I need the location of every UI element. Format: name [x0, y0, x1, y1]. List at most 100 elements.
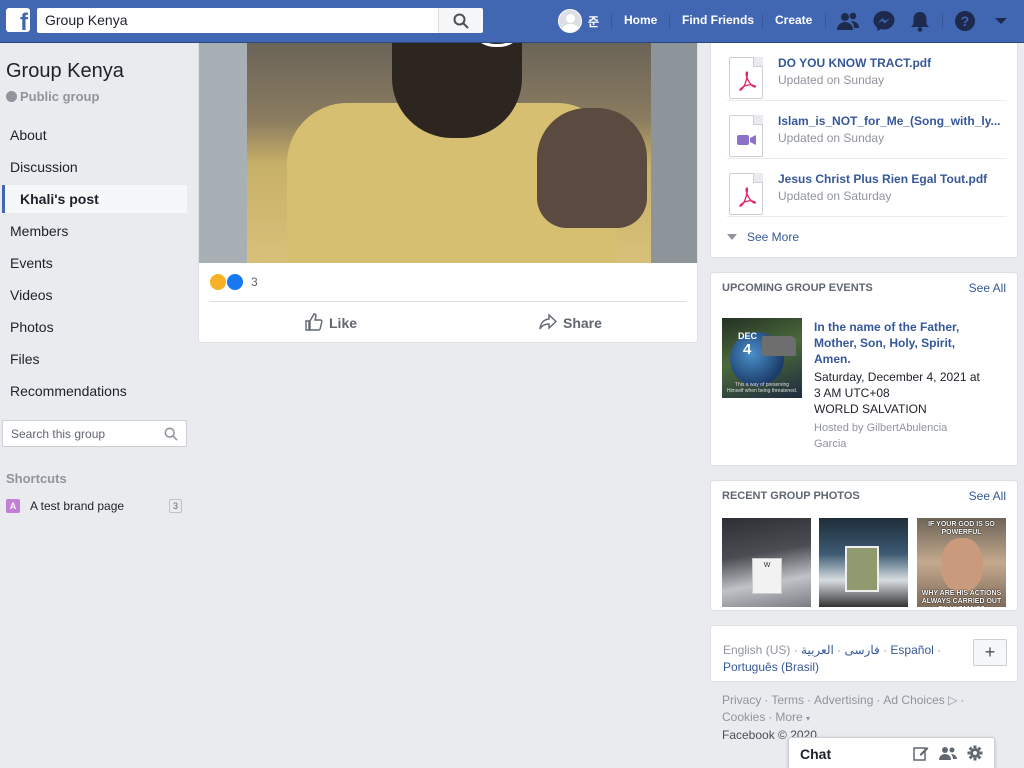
shortcuts-heading: Shortcuts [6, 471, 67, 486]
divider [825, 14, 826, 29]
notifications-bell-icon[interactable] [908, 10, 932, 32]
video-letterbox [199, 43, 247, 263]
language-link[interactable]: Português (Brasil) [723, 660, 819, 674]
share-button[interactable]: Share [539, 311, 619, 335]
profile-link[interactable]: 준 [588, 13, 599, 30]
chat-settings-gear-icon[interactable] [967, 745, 983, 761]
page-icon: A [6, 499, 20, 513]
nav-item-discussion[interactable]: Discussion [2, 151, 187, 183]
group-photo[interactable] [722, 518, 811, 607]
account-menu-chevron-down-icon[interactable] [989, 10, 1013, 32]
share-arrow-icon [539, 313, 557, 330]
upcoming-events-card: UPCOMING GROUP EVENTS See All DEC 4 This… [710, 272, 1018, 466]
language-card: English (US) · فارسی · العربية · Español… [710, 625, 1018, 682]
terms-link[interactable]: Terms [771, 693, 804, 707]
friend-requests-icon[interactable] [836, 10, 860, 32]
meme-top-text: IF YOUR GOD IS SO POWERFUL [928, 521, 995, 536]
search-icon [453, 13, 469, 29]
video-letterbox [649, 43, 697, 263]
nav-item-about[interactable]: About [2, 119, 187, 151]
avatar[interactable] [558, 9, 582, 33]
group-left-navigation: About Discussion Khali's post Members Ev… [2, 119, 187, 407]
file-item[interactable]: Jesus Christ Plus Rien Egal Tout.pdf Upd… [727, 159, 1007, 217]
add-language-plus-icon[interactable]: + [973, 639, 1007, 666]
help-icon[interactable]: ? [953, 10, 977, 32]
file-updated: Updated on Sunday [778, 73, 885, 87]
divider [209, 301, 687, 302]
nav-item-members[interactable]: Members [2, 215, 187, 247]
see-more-files-link[interactable]: See More [727, 230, 799, 244]
file-updated: Updated on Saturday [778, 189, 892, 203]
divider [611, 14, 612, 29]
ad-choices-link[interactable]: Ad Choices [883, 693, 944, 707]
language-list: English (US) · فارسی · العربية · Español… [723, 643, 942, 674]
reaction-count: 3 [251, 275, 258, 289]
divider [942, 14, 943, 29]
video-frame [247, 43, 651, 263]
nav-item-events[interactable]: Events [2, 247, 187, 279]
search-input[interactable]: Group Kenya [37, 8, 438, 33]
file-name-link[interactable]: Islam_is_NOT_for_Me_(Song_with_ly... [778, 114, 1006, 128]
more-caret-icon: ▾ [806, 714, 811, 723]
group-title[interactable]: Group Kenya [6, 60, 124, 83]
event-location: WORLD SALVATION [814, 402, 927, 416]
shortcut-item[interactable]: A A test brand page 3 [6, 498, 182, 516]
group-search-placeholder: Search this group [11, 427, 106, 441]
event-host: Hosted by GilbertAbulencia Garcia [814, 422, 948, 450]
photos-heading: RECENT GROUP PHOTOS [722, 490, 860, 502]
meme-bottom-text: WHY ARE HIS ACTIONS ALWAYS CARRIED OUT B… [921, 590, 1002, 607]
chat-bar[interactable]: Chat [788, 737, 995, 768]
like-button[interactable]: Like [305, 311, 385, 335]
privacy-link[interactable]: Privacy [722, 693, 761, 707]
find-friends-link[interactable]: Find Friends [682, 13, 754, 27]
file-name-link[interactable]: Jesus Christ Plus Rien Egal Tout.pdf [778, 172, 1006, 186]
event-title-link[interactable]: In the name of the Father, Mother, Son, … [814, 319, 974, 367]
home-link[interactable]: Home [624, 13, 657, 27]
divider [669, 14, 670, 29]
search-button[interactable] [438, 8, 483, 33]
facebook-logo-icon[interactable]: f [6, 8, 30, 32]
new-group-chat-icon[interactable] [939, 745, 957, 761]
post-card: 3 Like Share [198, 43, 698, 343]
language-link[interactable]: العربية [801, 643, 834, 657]
group-privacy: Public group [6, 89, 99, 104]
nav-item-photos[interactable]: Photos [2, 311, 187, 343]
group-privacy-label: Public group [20, 89, 100, 104]
nav-item-khalis-post[interactable]: Khali's post [2, 185, 187, 213]
group-photo[interactable]: IF YOUR GOD IS SO POWERFUL WHY ARE HIS A… [917, 518, 1006, 607]
video-subject-hand [537, 108, 647, 228]
pdf-file-icon [729, 173, 763, 215]
thumbs-up-icon [305, 313, 323, 331]
file-name-link[interactable]: DO YOU KNOW TRACT.pdf [778, 56, 1006, 70]
video-file-icon [729, 115, 763, 157]
search-icon[interactable] [164, 427, 178, 441]
globe-icon [6, 91, 17, 102]
event-date: Saturday, December 4, 2021 at 3 AM UTC+0… [814, 370, 980, 400]
current-language: English (US) [723, 643, 791, 657]
event-image[interactable]: DEC 4 This a way of preserving Himself w… [722, 318, 802, 398]
nav-item-recommendations[interactable]: Recommendations [2, 375, 187, 407]
group-files-card: DO YOU KNOW TRACT.pdf Updated on Sunday … [710, 43, 1018, 258]
group-photo[interactable] [819, 518, 908, 607]
ad-choices-icon: ▷ [948, 693, 958, 707]
file-item[interactable]: Islam_is_NOT_for_Me_(Song_with_ly... Upd… [727, 101, 1007, 159]
more-link[interactable]: More [775, 710, 802, 724]
pdf-file-icon [729, 57, 763, 99]
nav-item-files[interactable]: Files [2, 343, 187, 375]
cookies-link[interactable]: Cookies [722, 710, 765, 724]
events-see-all-link[interactable]: See All [969, 281, 1006, 295]
messenger-icon[interactable] [872, 10, 896, 32]
file-item[interactable]: DO YOU KNOW TRACT.pdf Updated on Sunday [727, 43, 1007, 101]
post-video[interactable] [199, 43, 697, 263]
create-link[interactable]: Create [775, 13, 812, 27]
shortcut-count-badge: 3 [168, 499, 182, 513]
group-search-input[interactable]: Search this group [2, 420, 187, 447]
event-image-caption: This a way of preserving Himself when be… [726, 382, 798, 394]
nav-item-videos[interactable]: Videos [2, 279, 187, 311]
top-navigation-bar: f Group Kenya 준 Home Find Friends Create… [0, 0, 1024, 43]
photos-see-all-link[interactable]: See All [969, 489, 1006, 503]
compose-icon[interactable] [913, 745, 929, 761]
language-link[interactable]: فارسی [845, 643, 880, 657]
advertising-link[interactable]: Advertising [814, 693, 873, 707]
language-link[interactable]: Español [890, 643, 933, 657]
